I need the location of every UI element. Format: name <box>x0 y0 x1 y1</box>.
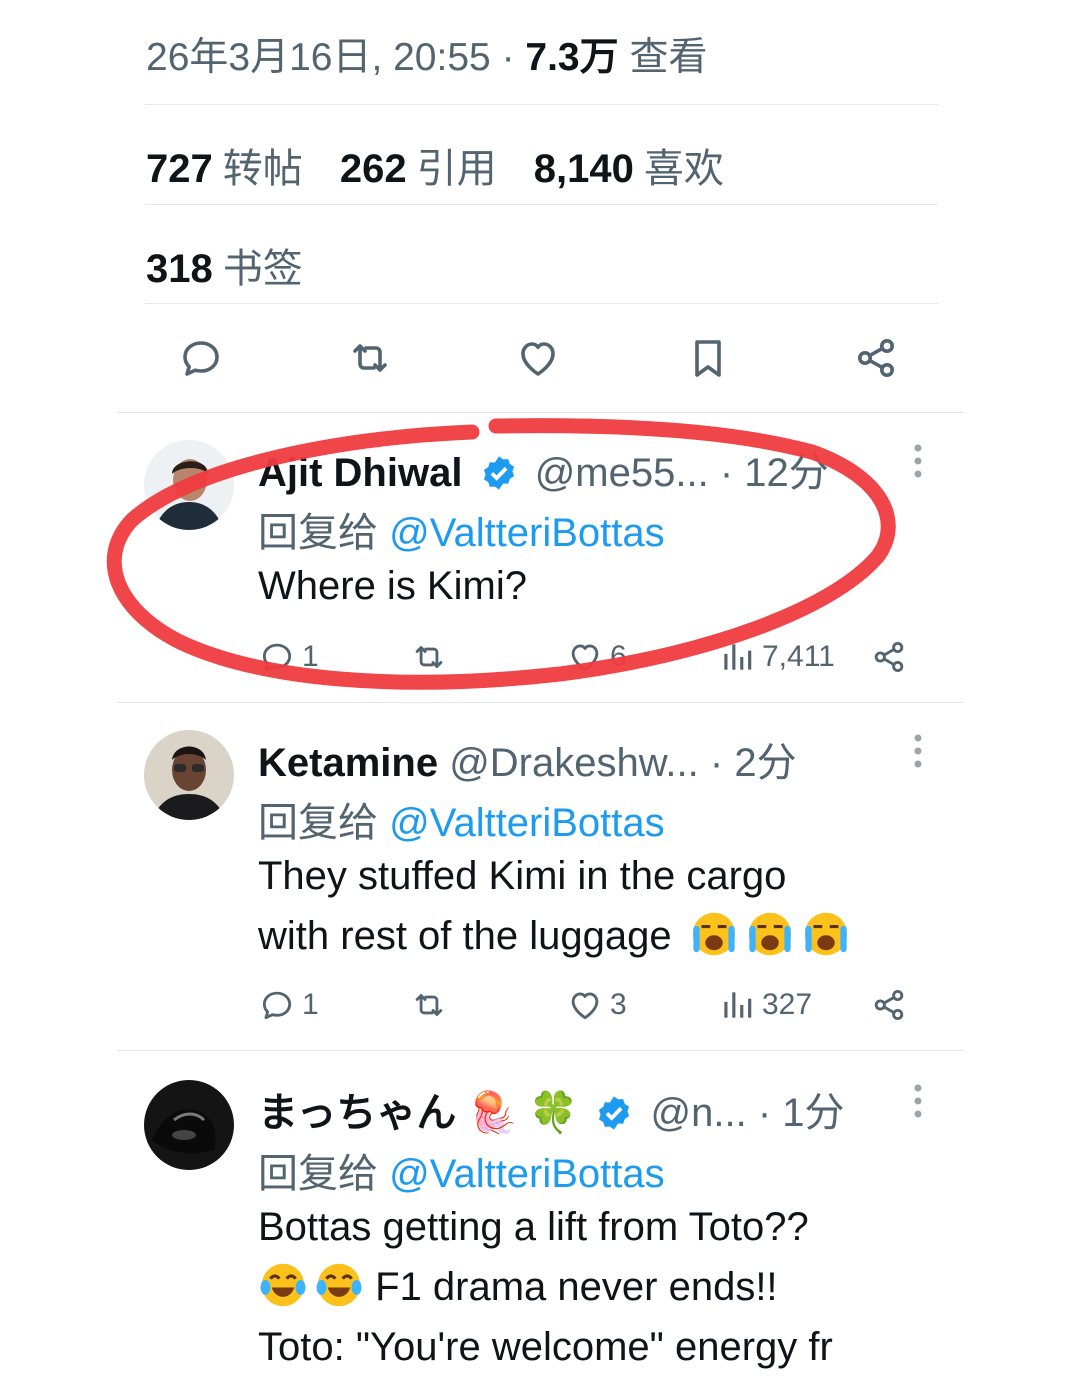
display-name[interactable]: Ajit Dhiwal <box>258 451 462 495</box>
reply-text-line: Toto: "You're welcome" energy fr <box>258 1325 833 1369</box>
avatar[interactable] <box>144 440 234 530</box>
views-button[interactable]: 7,411 <box>718 638 835 676</box>
reply-text: Where is Kimi? <box>258 564 527 608</box>
reposts-stat[interactable]: 727 转帖 <box>146 147 329 191</box>
view-count: 7,411 <box>762 640 835 673</box>
divider <box>117 412 964 413</box>
share-button[interactable] <box>870 638 908 676</box>
crying-face-emoji-icon <box>692 912 735 956</box>
crying-face-emoji-icon <box>804 912 847 956</box>
share-icon <box>874 989 904 1021</box>
crying-face-emoji-icon <box>748 912 791 956</box>
engagement-stats: 727 转帖 262 引用 8,140 喜欢 <box>146 136 750 194</box>
more-options-icon[interactable] <box>912 442 924 482</box>
reply-icon <box>262 991 292 1020</box>
like-count: 3 <box>610 988 627 1021</box>
more-options-icon[interactable] <box>912 1082 924 1122</box>
tweet-datetime: 26年3月16日, 20:55 <box>146 36 491 79</box>
reply-header: Ketamine @Drakeshw... · 2分 <box>258 730 797 788</box>
divider <box>117 1050 964 1051</box>
user-handle[interactable]: @Drakeshw... <box>449 741 699 785</box>
reply-text-line: Bottas getting a lift from Toto?? <box>258 1205 809 1249</box>
like-button[interactable]: 6 <box>566 638 627 676</box>
more-options-icon[interactable] <box>912 732 924 772</box>
like-icon <box>571 644 599 672</box>
reply-count: 1 <box>302 640 319 673</box>
display-name[interactable]: まっちゃん <box>258 1091 456 1135</box>
repost-icon[interactable] <box>346 334 394 382</box>
reply-text-line: with rest of the luggage <box>258 906 938 966</box>
tweet-timestamp-line: 26年3月16日, 20:55 · 7.3万 查看 <box>146 26 707 82</box>
reply-text: Bottas getting a lift from Toto?? F1 dra… <box>258 1197 938 1377</box>
reply-button[interactable]: 1 <box>258 986 319 1024</box>
quotes-stat[interactable]: 262 引用 <box>340 147 523 191</box>
verified-badge-icon <box>483 456 514 490</box>
views-bar-chart-icon <box>724 644 752 670</box>
views-bar-chart-icon <box>724 992 752 1018</box>
avatar[interactable] <box>144 1080 234 1170</box>
share-button[interactable] <box>870 986 908 1024</box>
reply-icon[interactable] <box>177 334 225 382</box>
reply-text: They stuffed Kimi in the cargo with rest… <box>258 846 938 966</box>
tears-of-joy-emoji-icon <box>316 1263 362 1307</box>
reply-time[interactable]: · 1分 <box>758 1091 845 1135</box>
verified-badge-icon <box>599 1096 630 1130</box>
replying-to: 回复给 @ValtteriBottas <box>258 801 665 845</box>
like-count: 6 <box>610 640 627 673</box>
reply-actions: 1 6 7,411 <box>258 638 918 682</box>
meta-separator: · <box>501 36 515 79</box>
replying-to: 回复给 @ValtteriBottas <box>258 511 665 555</box>
reply-header: まっちゃん 🪼 🍀 @n... · 1分 <box>258 1080 845 1138</box>
view-count: 327 <box>762 988 813 1021</box>
share-icon[interactable] <box>852 334 900 382</box>
divider <box>117 702 964 703</box>
repost-icon <box>415 646 443 668</box>
repost-icon <box>415 994 443 1016</box>
user-handle[interactable]: @n... <box>651 1091 747 1135</box>
reply-to-handle[interactable]: @ValtteriBottas <box>389 511 665 555</box>
name-emojis: 🪼 🍀 <box>467 1091 579 1135</box>
divider <box>145 204 938 205</box>
reply-text-line: They stuffed Kimi in the cargo <box>258 854 787 898</box>
like-icon <box>571 992 599 1020</box>
views-label: 查看 <box>629 36 708 79</box>
likes-stat[interactable]: 8,140 喜欢 <box>534 147 750 191</box>
bookmark-icon[interactable] <box>684 334 732 382</box>
reply-icon <box>262 643 292 672</box>
reply-time[interactable]: · 12分 <box>720 451 829 495</box>
reply-header: Ajit Dhiwal @me55... · 12分 <box>258 440 829 498</box>
like-button[interactable]: 3 <box>566 986 627 1024</box>
share-icon <box>874 641 904 673</box>
reply-count: 1 <box>302 988 319 1021</box>
repost-button[interactable] <box>410 986 448 1024</box>
reply-to-handle[interactable]: @ValtteriBottas <box>389 1152 665 1196</box>
reply-button[interactable]: 1 <box>258 638 319 676</box>
tears-of-joy-emoji-icon <box>260 1263 306 1307</box>
bookmarks-stat[interactable]: 318 书签 <box>146 236 329 294</box>
user-handle[interactable]: @me55... <box>535 451 709 495</box>
reply-text-line: F1 drama never ends!! <box>258 1257 938 1317</box>
replying-to: 回复给 @ValtteriBottas <box>258 1152 665 1196</box>
like-icon[interactable] <box>514 334 562 382</box>
avatar[interactable] <box>144 730 234 820</box>
divider <box>145 303 938 304</box>
reply-to-handle[interactable]: @ValtteriBottas <box>389 801 665 845</box>
views-button[interactable]: 327 <box>718 986 812 1024</box>
divider <box>145 104 938 105</box>
display-name[interactable]: Ketamine <box>258 741 438 785</box>
reply-actions: 1 3 327 <box>258 986 918 1030</box>
views-count: 7.3万 <box>525 36 619 79</box>
repost-button[interactable] <box>410 638 448 676</box>
reply-time[interactable]: · 2分 <box>710 741 797 785</box>
